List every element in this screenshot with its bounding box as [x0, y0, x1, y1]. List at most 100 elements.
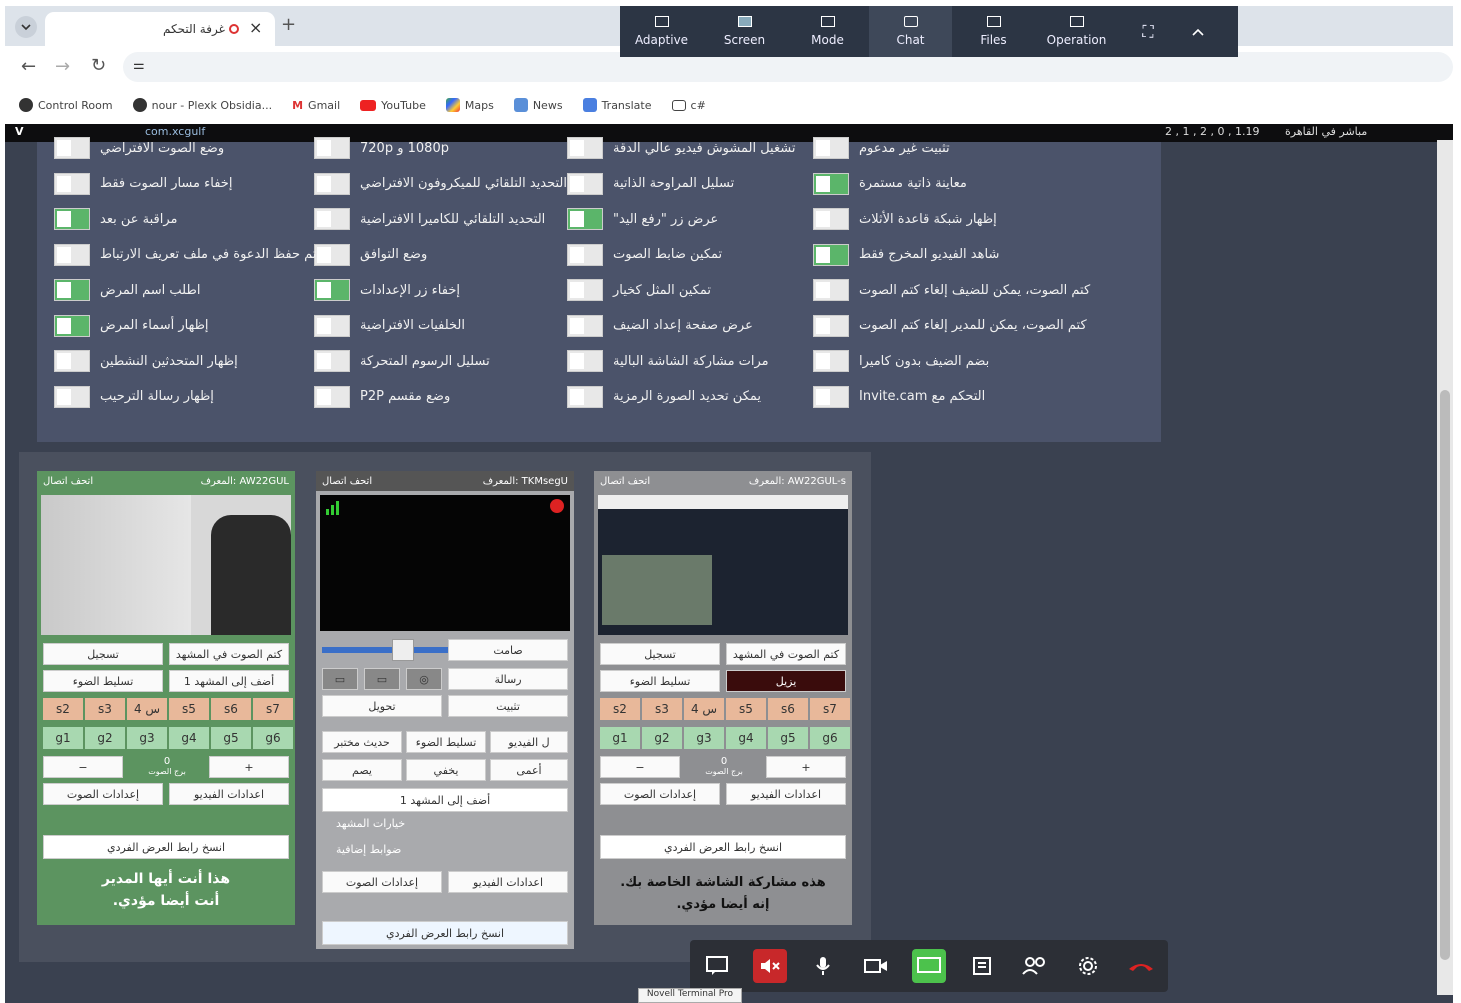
setting-row[interactable]: إظهار شبكة قاعدة الأثلاث [813, 201, 1143, 237]
scene-button[interactable]: s6 [211, 698, 251, 720]
scene-button[interactable]: s5 [726, 698, 766, 720]
setting-toggle[interactable] [314, 385, 350, 408]
setting-toggle[interactable] [54, 279, 90, 301]
setting-toggle[interactable] [813, 137, 849, 159]
setting-row[interactable]: تمكين المثل كخيار [567, 272, 817, 308]
setting-toggle[interactable] [314, 208, 350, 230]
scene-options-toggle[interactable]: خيارات المشهد [336, 817, 405, 830]
volume-up-button[interactable]: + [766, 756, 846, 778]
setting-row[interactable]: تم حفظ الدعوة في ملف تعريف الارتباط [54, 237, 316, 273]
mute-button[interactable]: صامت [448, 639, 568, 661]
bookmark-translate[interactable]: Translate [582, 98, 652, 112]
setting-row[interactable]: اطلب اسم المرض [54, 272, 304, 308]
scene-button[interactable]: s3 [642, 698, 682, 720]
scene-button[interactable]: s7 [253, 698, 293, 720]
audio-settings-button[interactable]: إعدادات الصوت [600, 783, 720, 805]
back-icon[interactable]: ← [21, 56, 36, 77]
new-tab-icon[interactable]: + [281, 14, 296, 35]
setting-row[interactable]: مراقبة عن بعد [54, 201, 304, 237]
settings-button[interactable] [1071, 949, 1105, 983]
scene-button[interactable]: s2 [43, 698, 83, 720]
mute-scene-button[interactable]: كتم الصوت في المشهد [726, 643, 846, 665]
whiteboard-button[interactable] [965, 949, 999, 983]
volume-down-button[interactable]: − [600, 756, 680, 778]
scene-button[interactable]: s2 [600, 698, 640, 720]
video-settings-button[interactable]: اعدادات الفيديو [726, 783, 846, 805]
setting-toggle[interactable] [567, 314, 603, 337]
setting-row[interactable]: التحديد التلقائي للميكروفون الافتراضي [314, 166, 567, 202]
group-button[interactable]: g6 [810, 727, 850, 749]
setting-toggle[interactable] [314, 350, 350, 372]
setting-row[interactable]: كتم الصوت، يمكن للضيف إلغاء كتم الصوت [813, 272, 1143, 308]
setting-row[interactable]: إظهار رسالة الترحيب [54, 379, 304, 415]
screenshare-button[interactable] [911, 949, 946, 983]
volume-down-button[interactable]: − [43, 756, 123, 778]
setting-toggle[interactable] [813, 172, 849, 195]
participants-button[interactable] [1018, 949, 1052, 983]
setting-toggle[interactable] [54, 172, 90, 195]
setting-row[interactable]: مرات مشاركة الشاشة البالية [567, 343, 817, 379]
group-button[interactable]: g3 [684, 727, 724, 749]
group-button[interactable]: g1 [600, 727, 640, 749]
setting-row[interactable]: تسليل الرسوم المتحركة [314, 343, 564, 379]
copy-solo-link-button[interactable]: انسخ رابط العرض الفردي [322, 921, 568, 945]
setting-row[interactable]: تثبيت غير مدعوم [813, 130, 1143, 166]
setting-row[interactable]: التحكم مع Invite.cam [813, 379, 1143, 415]
scene-button[interactable]: s3 [85, 698, 125, 720]
setting-row[interactable]: إظهار أسماء المرض [54, 308, 304, 344]
highlight-button[interactable]: تسليط الضوء [600, 670, 720, 692]
toolbar-adaptive[interactable]: Adaptive [620, 6, 703, 57]
setting-row[interactable]: إخفاء زر الإعدادات [314, 272, 564, 308]
gamepad-toggle[interactable]: ◎ [406, 668, 442, 690]
setting-row[interactable]: 1080p و 720p [314, 130, 564, 166]
bookmark-csharp[interactable]: c# [671, 99, 706, 112]
record-button[interactable]: تسجيل [43, 643, 163, 665]
setting-toggle[interactable] [314, 314, 350, 337]
microphone-button[interactable] [806, 949, 840, 983]
pin-button[interactable]: تثبيت [448, 695, 568, 717]
setting-row[interactable]: شاهد الفيديو المخرج فقط [813, 237, 1143, 273]
video-fullscreen-button[interactable]: ل الفيديو [490, 731, 568, 753]
group-button[interactable]: g1 [43, 727, 83, 749]
bookmark-control-room[interactable]: Control Room [19, 98, 113, 112]
bookmark-gmail[interactable]: M Gmail [292, 99, 340, 112]
toolbar-fullscreen[interactable]: ⛶ [1118, 6, 1178, 57]
setting-row[interactable]: إخفاء مسار الصوت فقط [54, 166, 304, 202]
setting-toggle[interactable] [813, 243, 849, 266]
audio-settings-button[interactable]: إعدادات الصوت [322, 871, 442, 893]
bookmark-youtube[interactable]: YouTube [360, 99, 426, 112]
setting-row[interactable]: تسليل المراوحة الذاتية [567, 166, 817, 202]
blind-button[interactable]: أعمى [490, 759, 568, 781]
setting-row[interactable]: معاينة ذاتية مستمرة [813, 166, 1143, 202]
scene-button[interactable]: 4 س [684, 698, 724, 720]
browser-tab[interactable]: غرفة التحكم × [45, 12, 275, 46]
group-button[interactable]: g3 [127, 727, 167, 749]
advanced-controls-toggle[interactable]: ضوابط إضافية [336, 843, 401, 856]
screen-toggle[interactable]: ▭ [364, 668, 400, 690]
setting-toggle[interactable] [813, 385, 849, 408]
volume-up-button[interactable]: + [209, 756, 289, 778]
transfer-button[interactable]: تحويل [322, 695, 442, 717]
setting-row[interactable]: التحديد التلقائي للكاميرا الافتراضية [314, 201, 564, 237]
copy-solo-link-button[interactable]: انسخ رابط العرض الفردي [43, 835, 289, 859]
setting-row[interactable]: عرض صفحة إعداد الضيف [567, 308, 817, 344]
setting-toggle[interactable] [813, 208, 849, 230]
scene-button[interactable]: s5 [169, 698, 209, 720]
chat-button[interactable] [700, 949, 734, 983]
setting-toggle[interactable] [567, 137, 603, 159]
video-settings-button[interactable]: اعدادات الفيديو [448, 871, 568, 893]
setting-toggle[interactable] [567, 350, 603, 372]
tab-search-button[interactable] [15, 16, 37, 38]
audio-settings-button[interactable]: إعدادات الصوت [43, 783, 163, 805]
group-button[interactable]: g4 [726, 727, 766, 749]
setting-toggle[interactable] [314, 137, 350, 159]
bookmark-news[interactable]: News [513, 98, 563, 112]
highlight-button[interactable]: تسليط الضوء [406, 731, 486, 753]
deafen-button[interactable]: يصم [322, 759, 402, 781]
toolbar-mode[interactable]: Mode [786, 6, 869, 57]
group-button[interactable]: g5 [211, 727, 251, 749]
site-settings-icon[interactable]: ⚌ [133, 58, 145, 73]
group-button[interactable]: g6 [253, 727, 293, 749]
hide-button[interactable]: يخفي [406, 759, 486, 781]
toolbar-chat[interactable]: Chat [869, 6, 952, 57]
